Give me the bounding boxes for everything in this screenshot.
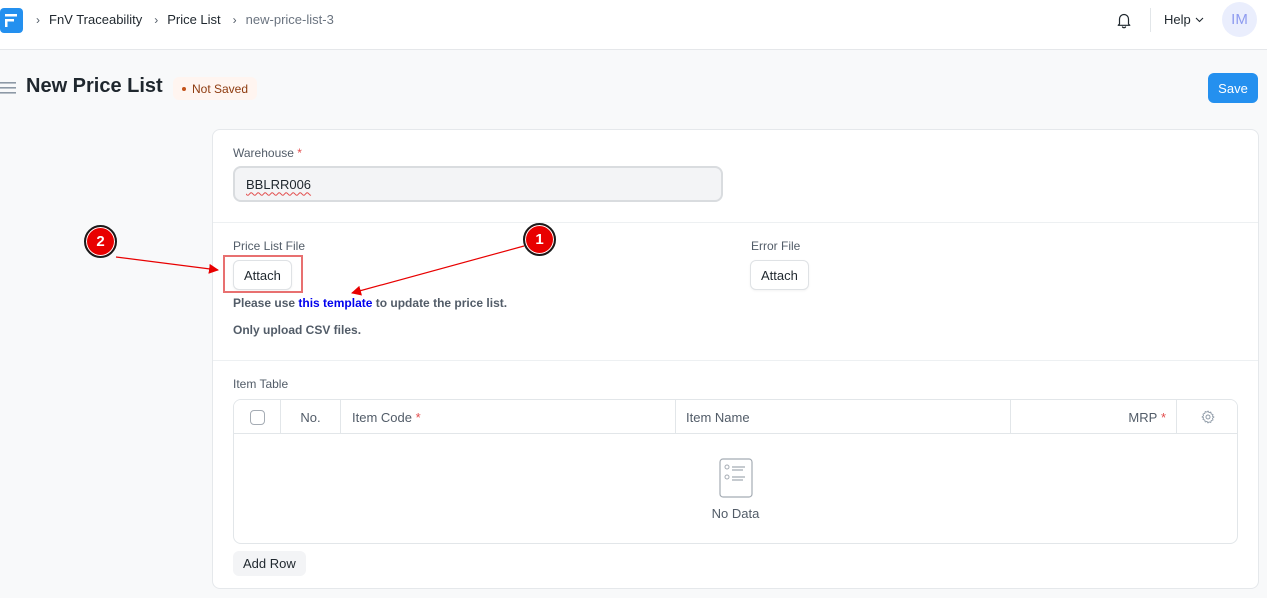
col-item-name: Item Name — [676, 400, 1011, 434]
status-text: Not Saved — [192, 81, 249, 96]
save-button[interactable]: Save — [1208, 73, 1258, 103]
breadcrumb: › FnV Traceability › Price List › new-pr… — [36, 12, 346, 27]
col-no-label: No. — [300, 409, 321, 425]
help-suffix: to update the price list. — [372, 296, 508, 310]
select-all-checkbox[interactable] — [249, 409, 265, 425]
navbar: › FnV Traceability › Price List › new-pr… — [0, 0, 1267, 50]
breadcrumb-price-list[interactable]: Price List — [167, 12, 220, 27]
add-row-button[interactable]: Add Row — [233, 551, 306, 576]
annotation-arrow-2 — [115, 256, 219, 274]
empty-list-icon — [718, 457, 753, 498]
col-mrp: MRP * — [1011, 400, 1177, 434]
user-avatar[interactable]: IM — [1222, 2, 1257, 37]
error-file-label: Error File — [751, 239, 801, 253]
error-file-attach-button[interactable]: Attach — [750, 260, 809, 290]
item-table-header: No. Item Code * Item Name MRP * — [234, 400, 1237, 434]
status-dot-icon — [182, 86, 186, 91]
warehouse-label-text: Warehouse — [233, 146, 294, 160]
price-list-file-label: Price List File — [233, 239, 306, 253]
status-badge: Not Saved — [173, 77, 258, 100]
csv-note: Only upload CSV files. — [233, 323, 362, 337]
col-item-code-label: Item Code — [352, 409, 412, 425]
select-all-cell — [234, 400, 281, 434]
warehouse-input[interactable]: BBLRR006 — [233, 166, 723, 202]
warehouse-value: BBLRR006 — [246, 176, 312, 192]
help-dropdown[interactable]: Help — [1164, 12, 1204, 27]
col-no: No. — [281, 400, 341, 434]
form-card: Warehouse * BBLRR006 Price List File Att… — [212, 129, 1259, 589]
item-table: No. Item Code * Item Name MRP * No Data — [233, 399, 1238, 544]
help-label: Help — [1164, 12, 1191, 27]
chevron-right-icon: › — [36, 12, 40, 27]
col-mrp-label: MRP — [1128, 409, 1158, 425]
required-mark: * — [415, 409, 421, 425]
section-divider — [213, 222, 1258, 223]
hamburger-icon — [0, 82, 16, 94]
required-mark: * — [297, 146, 302, 160]
frappe-logo-icon — [5, 14, 17, 27]
warehouse-label: Warehouse * — [233, 146, 302, 160]
item-table-label: Item Table — [233, 377, 289, 391]
section-divider — [213, 360, 1258, 361]
annotation-highlight-box — [223, 255, 303, 293]
col-item-name-label: Item Name — [686, 409, 750, 425]
chevron-down-icon — [1195, 17, 1204, 22]
required-mark: * — [1160, 409, 1166, 425]
chevron-right-icon: › — [232, 12, 237, 27]
navbar-divider — [1150, 8, 1151, 32]
no-data-text: No Data — [711, 505, 760, 521]
annotation-badge-2: 2 — [84, 225, 117, 258]
help-prefix: Please use — [233, 296, 299, 310]
column-settings-button[interactable] — [1177, 400, 1237, 434]
annotation-badge-1: 1 — [523, 223, 556, 256]
breadcrumb-current-doc: new-price-list-3 — [245, 12, 334, 27]
page-title: New Price List — [26, 75, 163, 97]
gear-icon — [1201, 410, 1215, 424]
notifications-button[interactable] — [1115, 11, 1133, 34]
bell-icon — [1117, 13, 1131, 29]
sidebar-toggle[interactable] — [0, 81, 16, 100]
template-help-text: Please use this template to update the p… — [233, 296, 507, 310]
template-link[interactable]: this template — [298, 296, 372, 310]
breadcrumb-fnv-traceability[interactable]: FnV Traceability — [49, 12, 142, 27]
chevron-right-icon: › — [154, 12, 159, 27]
empty-state: No Data — [234, 435, 1237, 543]
col-item-code: Item Code * — [341, 400, 676, 434]
app-logo[interactable] — [0, 8, 23, 33]
